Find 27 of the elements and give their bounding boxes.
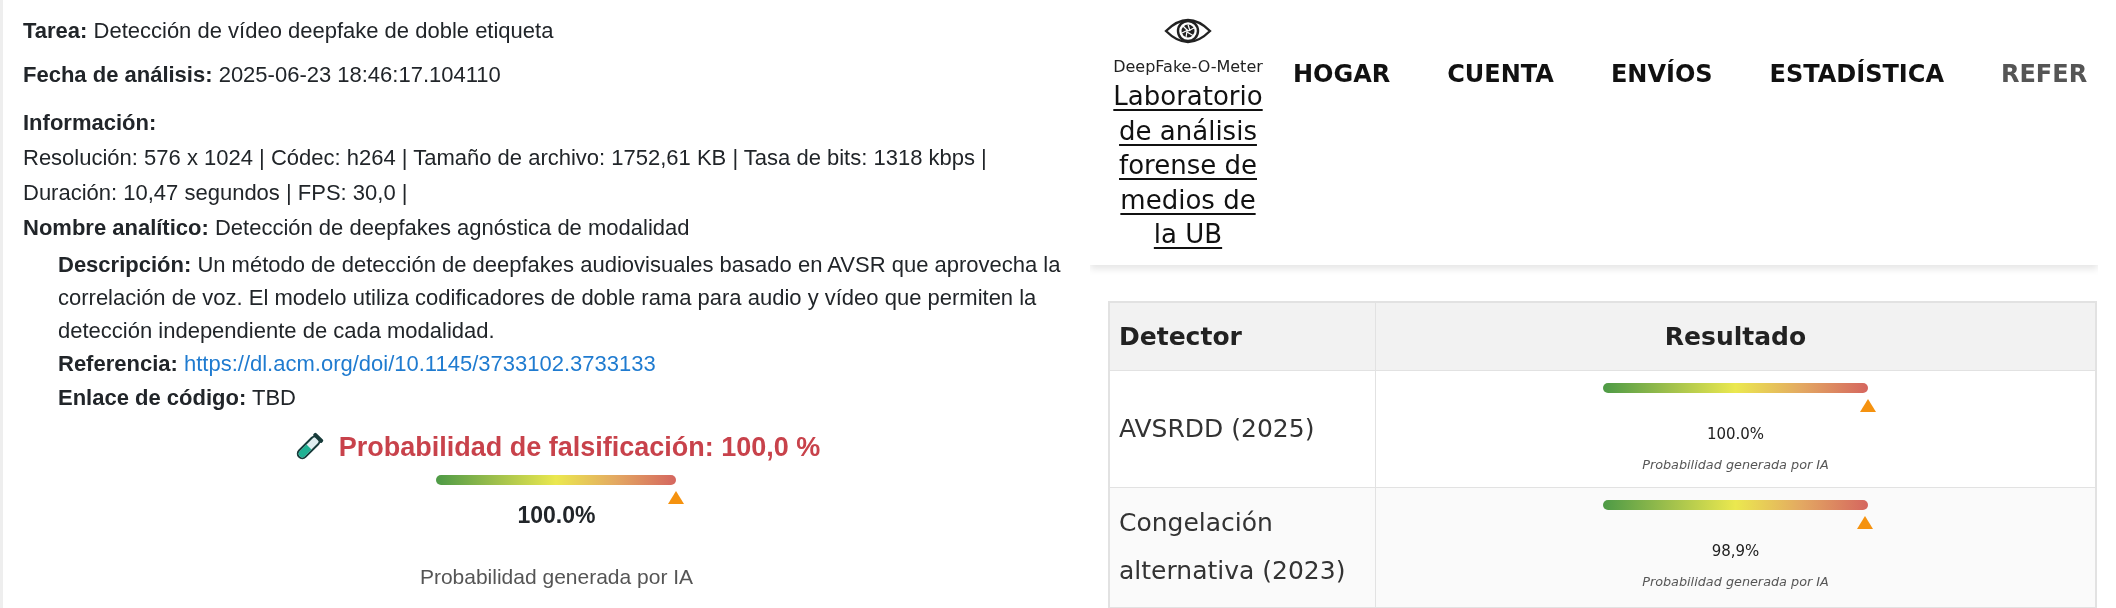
reference-link[interactable]: https://dl.acm.org/doi/10.1145/3733102.3733133 bbox=[183, 351, 656, 376]
nav-link[interactable]: ESTADÍSTICA bbox=[1769, 59, 1944, 89]
probability-reading: 100.0% bbox=[517, 502, 596, 528]
probability-caption: Probabilidad generada por IA bbox=[1642, 574, 1829, 590]
nav-link[interactable]: CUENTA bbox=[1447, 59, 1554, 89]
probability-caption: Probabilidad generada por IA bbox=[1642, 457, 1829, 473]
probability-caption: Probabilidad generada por IA bbox=[419, 564, 694, 590]
table-cell: AVSRDD (2025) bbox=[1109, 370, 1376, 488]
column-header: Resultado bbox=[1375, 302, 2096, 371]
task-text: Tarea: Detección de vídeo deepfake de doble etiqueta bbox=[23, 17, 555, 45]
code-link-text: Enlace de código: TBD bbox=[58, 384, 297, 412]
nav-link[interactable]: ENVÍOS bbox=[1610, 59, 1713, 89]
analysis-date-text: Fecha de análisis: 2025-06-23 18:46:17.104110 bbox=[23, 61, 502, 89]
column-header: Detector bbox=[1109, 302, 1376, 371]
info-heading: Información: bbox=[23, 109, 158, 137]
description-text: Descripción: Un método de detección de deepfakes audiovisuales basado en AVSR que aprovecha la correlación de voz. El modelo utiliza codificadores de doble rama para audio y vídeo que permiten la detección independiente de cada modalidad. bbox=[58, 251, 1062, 345]
logo-text: DeepFake-O-Meter bbox=[1113, 57, 1263, 77]
lab-link[interactable]: Laboratorio de análisis forense de medios de la UB bbox=[1108, 79, 1268, 252]
nav-link[interactable]: HOGAR bbox=[1293, 59, 1391, 89]
file-info-text: Duración: 10,47 segundos | FPS: 30,0 | bbox=[23, 179, 409, 207]
fake-probability-title: Probabilidad de falsificación: 100,0 % bbox=[338, 431, 821, 464]
probability-reading: 100.0% bbox=[1706, 424, 1765, 444]
reference-label: Referencia: bbox=[58, 351, 178, 376]
file-info-text: Resolución: 576 x 1024 | Códec: h264 | Tamaño de archivo: 1752,61 KB | Tasa de bits: 1318 kbps | bbox=[23, 144, 988, 172]
model-name-text: Nombre analítico: Detección de deepfakes agnóstica de modalidad bbox=[23, 214, 691, 242]
nav-link[interactable]: REFER bbox=[2001, 59, 2088, 89]
probability-reading: 98,9% bbox=[1711, 541, 1760, 561]
